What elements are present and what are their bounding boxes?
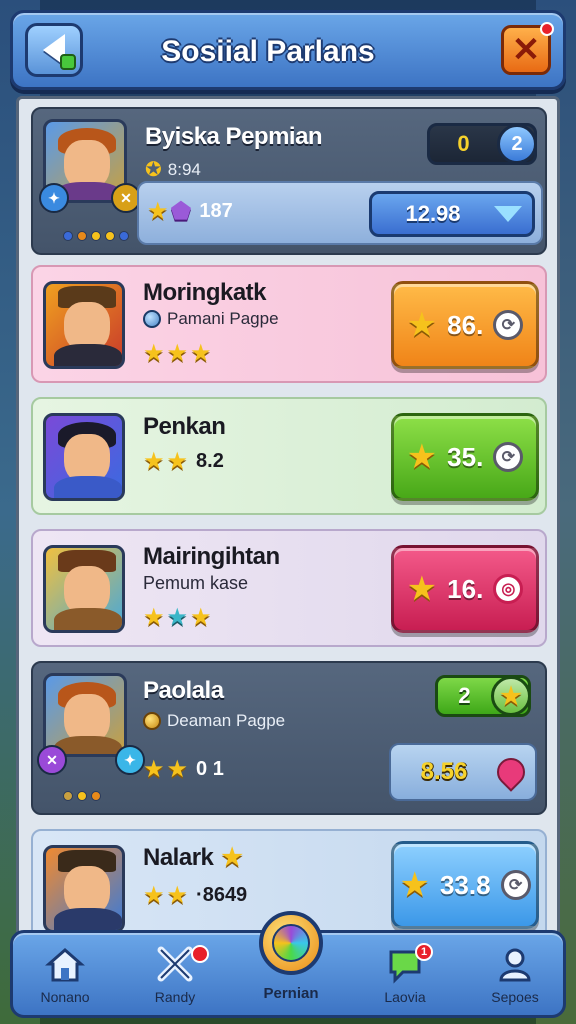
star-outline-icon: ✪ (145, 159, 162, 181)
crossed-swords-icon (125, 943, 225, 985)
alert-dot (540, 22, 554, 36)
score-button[interactable]: ★ 33.8 ⟳ (391, 841, 539, 929)
score-button[interactable]: ★ 86. ⟳ (391, 281, 539, 369)
player-name: Penkan (143, 413, 226, 440)
level-value: 0 (457, 131, 470, 156)
score-pill[interactable]: 8.56 (389, 743, 537, 801)
nav-home[interactable]: Nonano (15, 943, 115, 1005)
player-subtitle: Deaman Pagpe (143, 711, 285, 731)
star-rating: ★ ⬟ 187 (147, 198, 233, 225)
star-icon: ★ (399, 866, 430, 904)
chat-bubble-icon (355, 943, 455, 985)
nav-center-button[interactable] (259, 911, 323, 975)
close-button[interactable]: ✕ (501, 22, 554, 75)
rank-dots (63, 231, 129, 241)
star-rating: ★ ★ ★ (143, 339, 212, 368)
star-icon: ★ (406, 570, 438, 608)
chevron-down-icon (494, 206, 522, 222)
player-avatar (43, 545, 125, 633)
crystal-orb-icon (272, 924, 310, 962)
level-pill[interactable]: 0 2 (427, 123, 537, 165)
refresh-icon: ⟳ (493, 310, 524, 340)
nav-center-label: Pernian (263, 985, 319, 1002)
star-icon: ★ (143, 882, 165, 909)
score-button[interactable]: ★ 16. ◎ (391, 545, 539, 633)
star-icon: ★ (143, 756, 165, 783)
close-x-icon: ✕ (511, 31, 541, 69)
star-icon: ★ (491, 676, 531, 716)
magic-badge-icon: ✕ (37, 745, 67, 775)
rank-dots (63, 791, 101, 801)
teal-star-icon: ★ (166, 604, 189, 631)
target-icon: ◎ (493, 574, 524, 604)
score-value: 8.56 (420, 758, 468, 785)
player-name: Mairingihtan (143, 543, 280, 570)
nav-profile[interactable]: Sepoes (465, 943, 565, 1005)
alert-dot (191, 945, 209, 963)
player-name: Nalark ★ (143, 843, 243, 872)
player-subtitle: Pemum kase (143, 573, 249, 593)
player-rating: ✪ 8:94 (145, 159, 201, 181)
skill-badge-icon: ✦ (39, 183, 69, 213)
star-icon: ★ (190, 340, 212, 367)
profile-icon (465, 943, 565, 985)
location-pin-icon (491, 752, 531, 792)
player-avatar (43, 413, 125, 501)
player-card[interactable]: ✕ ✦ Paolala Deaman Pagpe ★ ★ 0 1 2 ★ 8.56 (31, 661, 547, 815)
player-name: Moringkatk (143, 279, 267, 306)
player-card[interactable]: ✦ ✕ Byiska Pepmian ✪ 8:94 0 2 ★ ⬟ 187 12.… (31, 107, 547, 255)
star-icon: ★ (143, 604, 165, 631)
home-icon (15, 943, 115, 985)
star-icon: ★ (143, 340, 165, 367)
refresh-icon: ⟳ (493, 442, 524, 472)
stats-bar: ★ ⬟ 187 12.98 (137, 181, 543, 245)
player-avatar (43, 845, 125, 933)
gem-icon (143, 310, 161, 328)
score-pill[interactable]: 12.98 (369, 191, 535, 237)
notification-badge: 1 (415, 943, 433, 961)
star-rating: ★ ★ ·8649 (143, 882, 248, 909)
level-icon: 2 (497, 124, 537, 164)
score-value: 12.98 (405, 201, 461, 226)
player-card[interactable]: Penkan ★ ★ 8.2 ★ 35. ⟳ (31, 397, 547, 515)
gem-icon: ⬟ (170, 198, 192, 225)
star-icon: ★ (143, 448, 165, 475)
star-icon: ★ (166, 340, 189, 367)
nav-battle[interactable]: Randy (125, 943, 225, 1005)
player-list[interactable]: ✦ ✕ Byiska Pepmian ✪ 8:94 0 2 ★ ⬟ 187 12.… (16, 96, 560, 936)
star-rating: ★ ★ 8.2 (143, 448, 224, 475)
level-value: 2 (458, 683, 471, 708)
boost-badge-icon: ✦ (115, 745, 145, 775)
star-icon: ★ (166, 882, 189, 909)
level-pill[interactable]: 2 ★ (435, 675, 531, 717)
star-rating: ★ ★ 0 1 (143, 756, 224, 783)
page-title: Sosiial Parlans (161, 35, 375, 68)
refresh-icon: ⟳ (500, 870, 531, 900)
player-name: Byiska Pepmian (145, 123, 323, 150)
bottom-nav: Nonano Randy Pernian 1 Laovia Sepoes (10, 911, 566, 1018)
coin-icon (143, 712, 161, 730)
player-avatar (43, 281, 125, 369)
star-icon: ★ (406, 438, 438, 476)
star-rating: ★ ★ ★ (143, 603, 212, 632)
player-avatar (43, 673, 127, 757)
player-card[interactable]: Moringkatk Pamani Pagpe ★ ★ ★ ★ 86. ⟳ (31, 265, 547, 383)
star-icon: ★ (166, 756, 189, 783)
star-icon: ★ (406, 306, 438, 344)
score-button[interactable]: ★ 35. ⟳ (391, 413, 539, 501)
star-icon: ★ (166, 448, 189, 475)
nav-chat[interactable]: 1 Laovia (355, 943, 455, 1005)
player-subtitle: Pamani Pagpe (143, 309, 279, 329)
star-icon: ★ (147, 198, 169, 225)
player-card[interactable]: Mairingihtan Pemum kase ★ ★ ★ ★ 16. ◎ (31, 529, 547, 647)
star-icon: ★ (190, 604, 212, 631)
player-name: Paolala (143, 677, 224, 704)
header-bar: Sosiial Parlans ✕ (10, 10, 566, 90)
star-icon: ★ (221, 844, 243, 871)
